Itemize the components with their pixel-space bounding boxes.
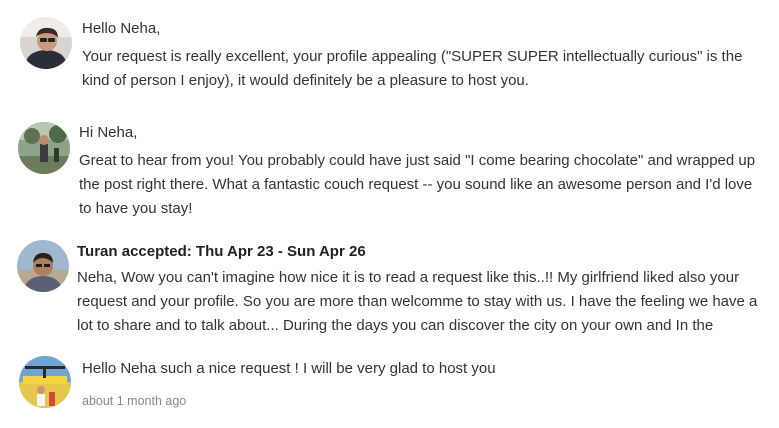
message-body: Great to hear from you! You probably cou… — [79, 152, 756, 217]
message-status-header: Turan accepted: Thu Apr 23 - Sun Apr 26 — [77, 243, 366, 260]
message-body: Your request is really excellent, your p… — [82, 48, 743, 89]
avatar[interactable] — [19, 356, 71, 408]
avatar[interactable] — [18, 122, 70, 174]
avatar[interactable] — [20, 17, 72, 69]
message-greeting: Hello Neha, — [82, 20, 161, 37]
message-timestamp: about 1 month ago — [82, 394, 187, 408]
message-body: Hello Neha such a nice request ! I will … — [82, 360, 496, 377]
avatar[interactable] — [17, 240, 69, 292]
message-greeting: Hi Neha, — [79, 124, 138, 141]
message-body: Neha, Wow you can't imagine how nice it … — [77, 269, 758, 334]
